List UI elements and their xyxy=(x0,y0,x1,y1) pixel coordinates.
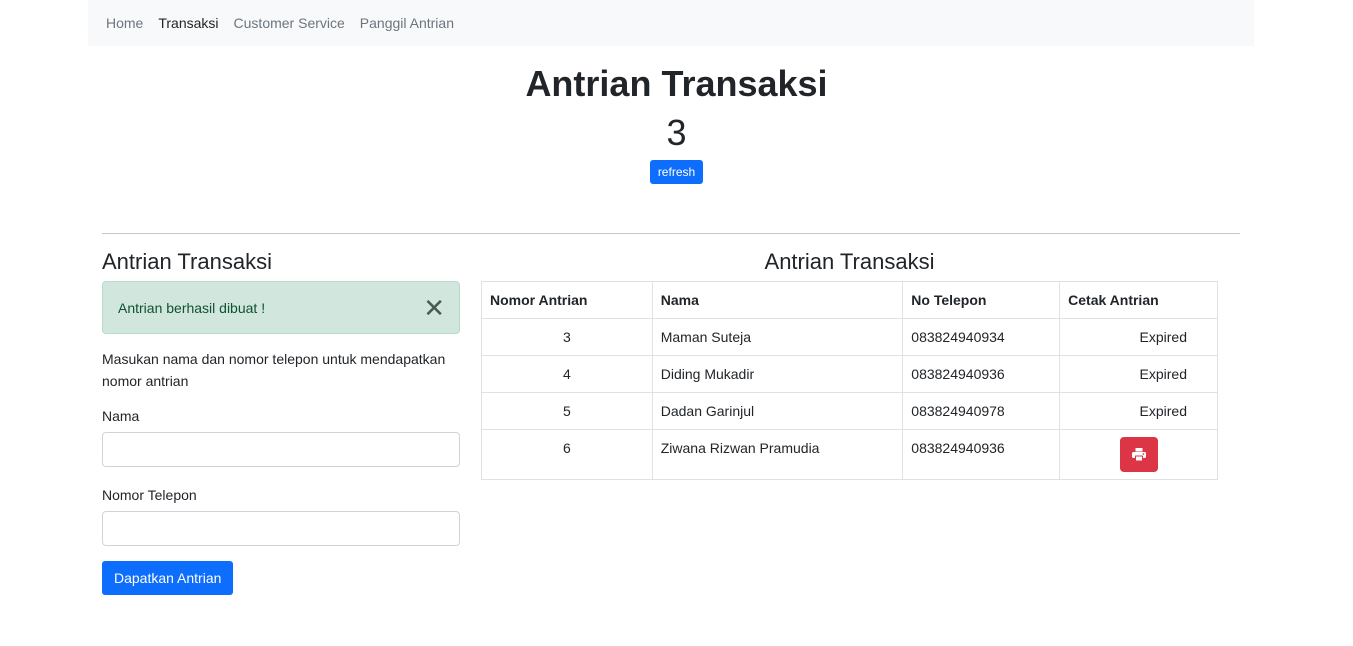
name-label: Nama xyxy=(102,408,140,424)
header-cetak-antrian: Cetak Antrian xyxy=(1059,281,1218,319)
phone-input[interactable] xyxy=(102,511,460,546)
print-button[interactable] xyxy=(1119,437,1158,472)
phone-label: Nomor Telepon xyxy=(102,487,197,503)
form-title: Antrian Transaksi xyxy=(102,249,272,274)
table-header-row: Nomor Antrian Nama No Telepon Cetak Antr… xyxy=(481,281,1218,319)
cell-print xyxy=(1059,429,1218,480)
cell-nama: Maman Suteja xyxy=(651,318,904,356)
header-nomor-antrian: Nomor Antrian xyxy=(481,281,653,319)
table-row: 3 Maman Suteja 083824940934 Expired xyxy=(481,318,1218,356)
nav-panggil-antrian[interactable]: Panggil Antrian xyxy=(360,15,454,31)
table-title: Antrian Transaksi xyxy=(764,249,935,274)
section-divider xyxy=(102,233,1240,234)
cell-nama: Dadan Garinjul xyxy=(651,392,904,430)
header-nama: Nama xyxy=(651,281,904,319)
get-queue-button[interactable]: Dapatkan Antrian xyxy=(102,561,234,595)
page-title: Antrian Transaksi xyxy=(525,63,828,104)
top-navbar: Home Transaksi Customer Service Panggil … xyxy=(88,0,1254,46)
table-row: 5 Dadan Garinjul 083824940978 Expired xyxy=(481,392,1218,430)
close-icon[interactable]: ✕ xyxy=(423,295,445,321)
cell-status: Expired xyxy=(1059,355,1218,393)
cell-nomor: 5 xyxy=(481,392,653,430)
alert-message: Antrian berhasil dibuat ! xyxy=(118,299,266,316)
queue-table: Nomor Antrian Nama No Telepon Cetak Antr… xyxy=(481,281,1218,480)
cell-nomor: 4 xyxy=(481,355,653,393)
cell-status: Expired xyxy=(1059,392,1218,430)
table-row: 6 Ziwana Rizwan Pramudia 083824940936 xyxy=(481,429,1218,480)
current-queue-panel: Antrian Transaksi 3 refresh xyxy=(0,60,1353,184)
print-icon xyxy=(1131,448,1146,461)
nav-transaksi[interactable]: Transaksi xyxy=(158,15,218,31)
cell-nama: Ziwana Rizwan Pramudia xyxy=(651,429,904,480)
cell-nomor: 6 xyxy=(481,429,653,480)
header-no-telepon: No Telepon xyxy=(902,281,1061,319)
cell-nomor: 3 xyxy=(481,318,653,356)
cell-nama: Diding Mukadir xyxy=(651,355,904,393)
form-help-text: Masukan nama dan nomor telepon untuk men… xyxy=(102,351,446,389)
name-input[interactable] xyxy=(102,432,460,467)
queue-form-panel: Antrian Transaksi Antrian berhasil dibua… xyxy=(102,247,460,595)
cell-status: Expired xyxy=(1059,318,1218,356)
nav-customer-service[interactable]: Customer Service xyxy=(234,15,345,31)
cell-telepon: 083824940936 xyxy=(902,429,1061,480)
success-alert: Antrian berhasil dibuat ! ✕ xyxy=(102,281,460,334)
current-queue-number: 3 xyxy=(666,112,687,153)
cell-telepon: 083824940934 xyxy=(902,318,1061,356)
cell-telepon: 083824940936 xyxy=(902,355,1061,393)
refresh-button[interactable]: refresh xyxy=(649,160,704,184)
table-row: 4 Diding Mukadir 083824940936 Expired xyxy=(481,355,1218,393)
queue-list-panel: Antrian Transaksi Nomor Antrian Nama No … xyxy=(481,247,1218,480)
cell-telepon: 083824940978 xyxy=(902,392,1061,430)
nav-home[interactable]: Home xyxy=(106,15,143,31)
